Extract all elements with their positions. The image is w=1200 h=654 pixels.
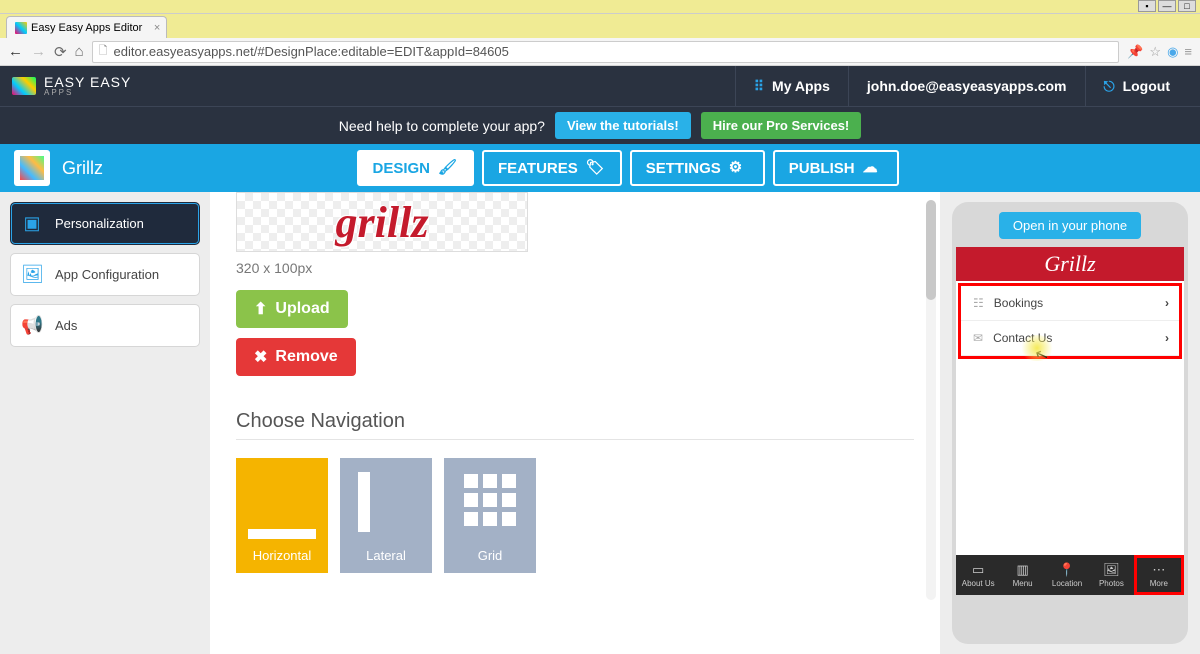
tabbar-about[interactable]: ▭About Us bbox=[956, 555, 1000, 595]
pin-icon: 📍 bbox=[1059, 562, 1075, 578]
tab-publish[interactable]: PUBLISH ☁ bbox=[773, 150, 899, 186]
main-menu-bar: Grillz DESIGN 🖌 FEATURES 🏷 SETTINGS ⚙ PU… bbox=[0, 144, 1200, 192]
help-banner: Need help to complete your app? View the… bbox=[0, 106, 1200, 144]
url-input[interactable]: 🗋 editor.easyeasyapps.net/#DesignPlace:e… bbox=[92, 41, 1120, 63]
minimize-button[interactable]: — bbox=[1158, 0, 1176, 12]
nav-option-horizontal[interactable]: Horizontal bbox=[236, 458, 328, 573]
help-text: Need help to complete your app? bbox=[339, 118, 545, 134]
upload-icon: ⬆ bbox=[254, 299, 267, 319]
app-header: EASY EASY APPS ⠿ My Apps john.doe@easyea… bbox=[0, 66, 1200, 106]
app-name: Grillz bbox=[62, 158, 103, 179]
browser-tab[interactable]: Easy Easy Apps Editor × bbox=[6, 16, 167, 38]
favicon-icon bbox=[15, 22, 27, 34]
close-tab-icon[interactable]: × bbox=[154, 22, 160, 34]
choose-navigation-title: Choose Navigation bbox=[236, 410, 914, 433]
tab-design[interactable]: DESIGN 🖌 bbox=[357, 150, 475, 186]
image-icon: 🖼 bbox=[21, 264, 43, 285]
tab-features[interactable]: FEATURES 🏷 bbox=[482, 150, 622, 186]
upload-button[interactable]: ⬆ Upload bbox=[236, 290, 348, 328]
tabbar-photos[interactable]: 🖼Photos bbox=[1089, 555, 1133, 595]
photo-icon: 🖼 bbox=[1103, 562, 1120, 578]
megaphone-icon: 📢 bbox=[21, 315, 43, 336]
tag-icon: 🏷 bbox=[586, 158, 606, 178]
page-icon: 🗋 bbox=[99, 42, 108, 61]
tab-strip: Easy Easy Apps Editor × bbox=[0, 14, 1200, 38]
chevron-right-icon: › bbox=[1165, 296, 1169, 310]
phone-row-bookings[interactable]: ☷ Bookings › bbox=[961, 286, 1179, 321]
logout-icon: ⎋ bbox=[1104, 78, 1115, 95]
tabbar-menu[interactable]: ▥Menu bbox=[1000, 555, 1044, 595]
book-icon: ▥ bbox=[1016, 562, 1028, 578]
phone-row-contact[interactable]: ✉ Contact Us › ↖ bbox=[961, 321, 1179, 356]
scrollbar-thumb[interactable] bbox=[926, 200, 936, 300]
calendar-icon: ☷ bbox=[973, 296, 984, 310]
phone-preview-column: Open in your phone Grillz ☷ Bookings › ✉… bbox=[940, 192, 1200, 654]
sidebar: ▣ Personalization 🖼 App Configuration 📢 … bbox=[0, 192, 210, 654]
tab-settings[interactable]: SETTINGS ⚙ bbox=[630, 150, 765, 186]
user-button[interactable]: ▪ bbox=[1138, 0, 1156, 12]
back-icon[interactable]: ← bbox=[8, 43, 23, 60]
logo-icon bbox=[12, 77, 36, 95]
tabbar-more[interactable]: ⋯More bbox=[1134, 555, 1184, 595]
open-sign-icon: ▭ bbox=[972, 562, 984, 578]
window-titlebar: ▪ — □ bbox=[0, 0, 1200, 14]
phone-frame: Open in your phone Grillz ☷ Bookings › ✉… bbox=[952, 202, 1188, 644]
phone-app-header: Grillz bbox=[956, 247, 1184, 281]
remove-icon: ✖ bbox=[254, 347, 267, 367]
sidebar-item-ads[interactable]: 📢 Ads bbox=[10, 304, 200, 347]
app-icon[interactable] bbox=[14, 150, 50, 186]
user-email[interactable]: john.doe@easyeasyapps.com bbox=[848, 66, 1085, 106]
logo-preview: grillz bbox=[236, 192, 528, 252]
dimensions-label: 320 x 100px bbox=[236, 260, 914, 276]
gear-icon: ⚙ bbox=[729, 158, 749, 178]
hire-pro-button[interactable]: Hire our Pro Services! bbox=[701, 112, 862, 139]
grid-icon: ⠿ bbox=[754, 78, 764, 95]
brush-icon: 🖌 bbox=[438, 158, 458, 178]
address-bar: ← → ⟳ ⌂ 🗋 editor.easyeasyapps.net/#Desig… bbox=[0, 38, 1200, 66]
main-panel: grillz 320 x 100px ⬆ Upload ✖ Remove Cho… bbox=[210, 192, 940, 654]
extension-icon[interactable]: ◉ bbox=[1167, 44, 1178, 60]
nav-option-lateral[interactable]: Lateral bbox=[340, 458, 432, 573]
sidebar-item-personalization[interactable]: ▣ Personalization bbox=[10, 202, 200, 245]
pin-icon[interactable]: 📌 bbox=[1127, 44, 1143, 60]
mail-icon: ✉ bbox=[973, 331, 983, 345]
reload-icon[interactable]: ⟳ bbox=[54, 43, 67, 61]
layout-icon: ▣ bbox=[21, 213, 43, 234]
sidebar-item-app-config[interactable]: 🖼 App Configuration bbox=[10, 253, 200, 296]
maximize-button[interactable]: □ bbox=[1178, 0, 1196, 12]
my-apps-link[interactable]: ⠿ My Apps bbox=[735, 66, 848, 106]
phone-screen: Grillz ☷ Bookings › ✉ Contact Us › ↖ bbox=[956, 247, 1184, 595]
logo[interactable]: EASY EASY APPS bbox=[12, 75, 131, 97]
remove-button[interactable]: ✖ Remove bbox=[236, 338, 356, 376]
open-in-phone-button[interactable]: Open in your phone bbox=[999, 212, 1141, 239]
view-tutorials-button[interactable]: View the tutorials! bbox=[555, 112, 691, 139]
phone-tabbar: ▭About Us ▥Menu 📍Location 🖼Photos ⋯More bbox=[956, 555, 1184, 595]
chevron-right-icon: › bbox=[1165, 331, 1169, 345]
more-icon: ⋯ bbox=[1152, 562, 1165, 578]
divider bbox=[236, 439, 914, 440]
cloud-upload-icon: ☁ bbox=[863, 158, 883, 178]
tab-title: Easy Easy Apps Editor bbox=[31, 22, 142, 34]
tabbar-location[interactable]: 📍Location bbox=[1045, 555, 1089, 595]
forward-icon[interactable]: → bbox=[31, 43, 46, 60]
home-icon[interactable]: ⌂ bbox=[75, 43, 84, 60]
phone-menu-list: ☷ Bookings › ✉ Contact Us › ↖ bbox=[958, 283, 1182, 359]
menu-icon[interactable]: ≡ bbox=[1184, 44, 1192, 59]
logout-link[interactable]: ⎋ Logout bbox=[1085, 66, 1189, 106]
bookmark-icon[interactable]: ☆ bbox=[1149, 44, 1161, 60]
nav-option-grid[interactable]: Grid bbox=[444, 458, 536, 573]
